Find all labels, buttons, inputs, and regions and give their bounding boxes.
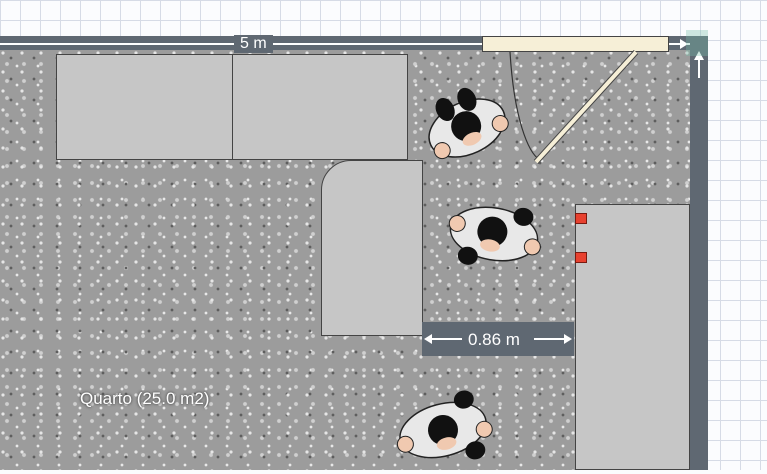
person-icon[interactable] [412, 78, 522, 178]
gap-dimension-box[interactable]: 0.86 m [422, 322, 574, 356]
wall-corner-handle[interactable] [686, 30, 708, 56]
table-center[interactable] [321, 160, 423, 336]
person-icon[interactable] [385, 384, 505, 474]
counter-right[interactable] [575, 204, 690, 470]
right-wall[interactable] [690, 36, 708, 470]
cabinet-right[interactable] [232, 54, 408, 160]
person-icon[interactable] [438, 190, 558, 280]
marker-handle[interactable] [575, 213, 587, 224]
cabinet-left[interactable] [56, 54, 233, 160]
top-dimension-label: 5 m [234, 35, 273, 53]
room-name-label[interactable]: Quarto (25.0 m2) [80, 389, 209, 409]
marker-handle[interactable] [575, 252, 587, 263]
gap-dimension-label: 0.86 m [468, 330, 520, 349]
door-swing [509, 49, 639, 165]
